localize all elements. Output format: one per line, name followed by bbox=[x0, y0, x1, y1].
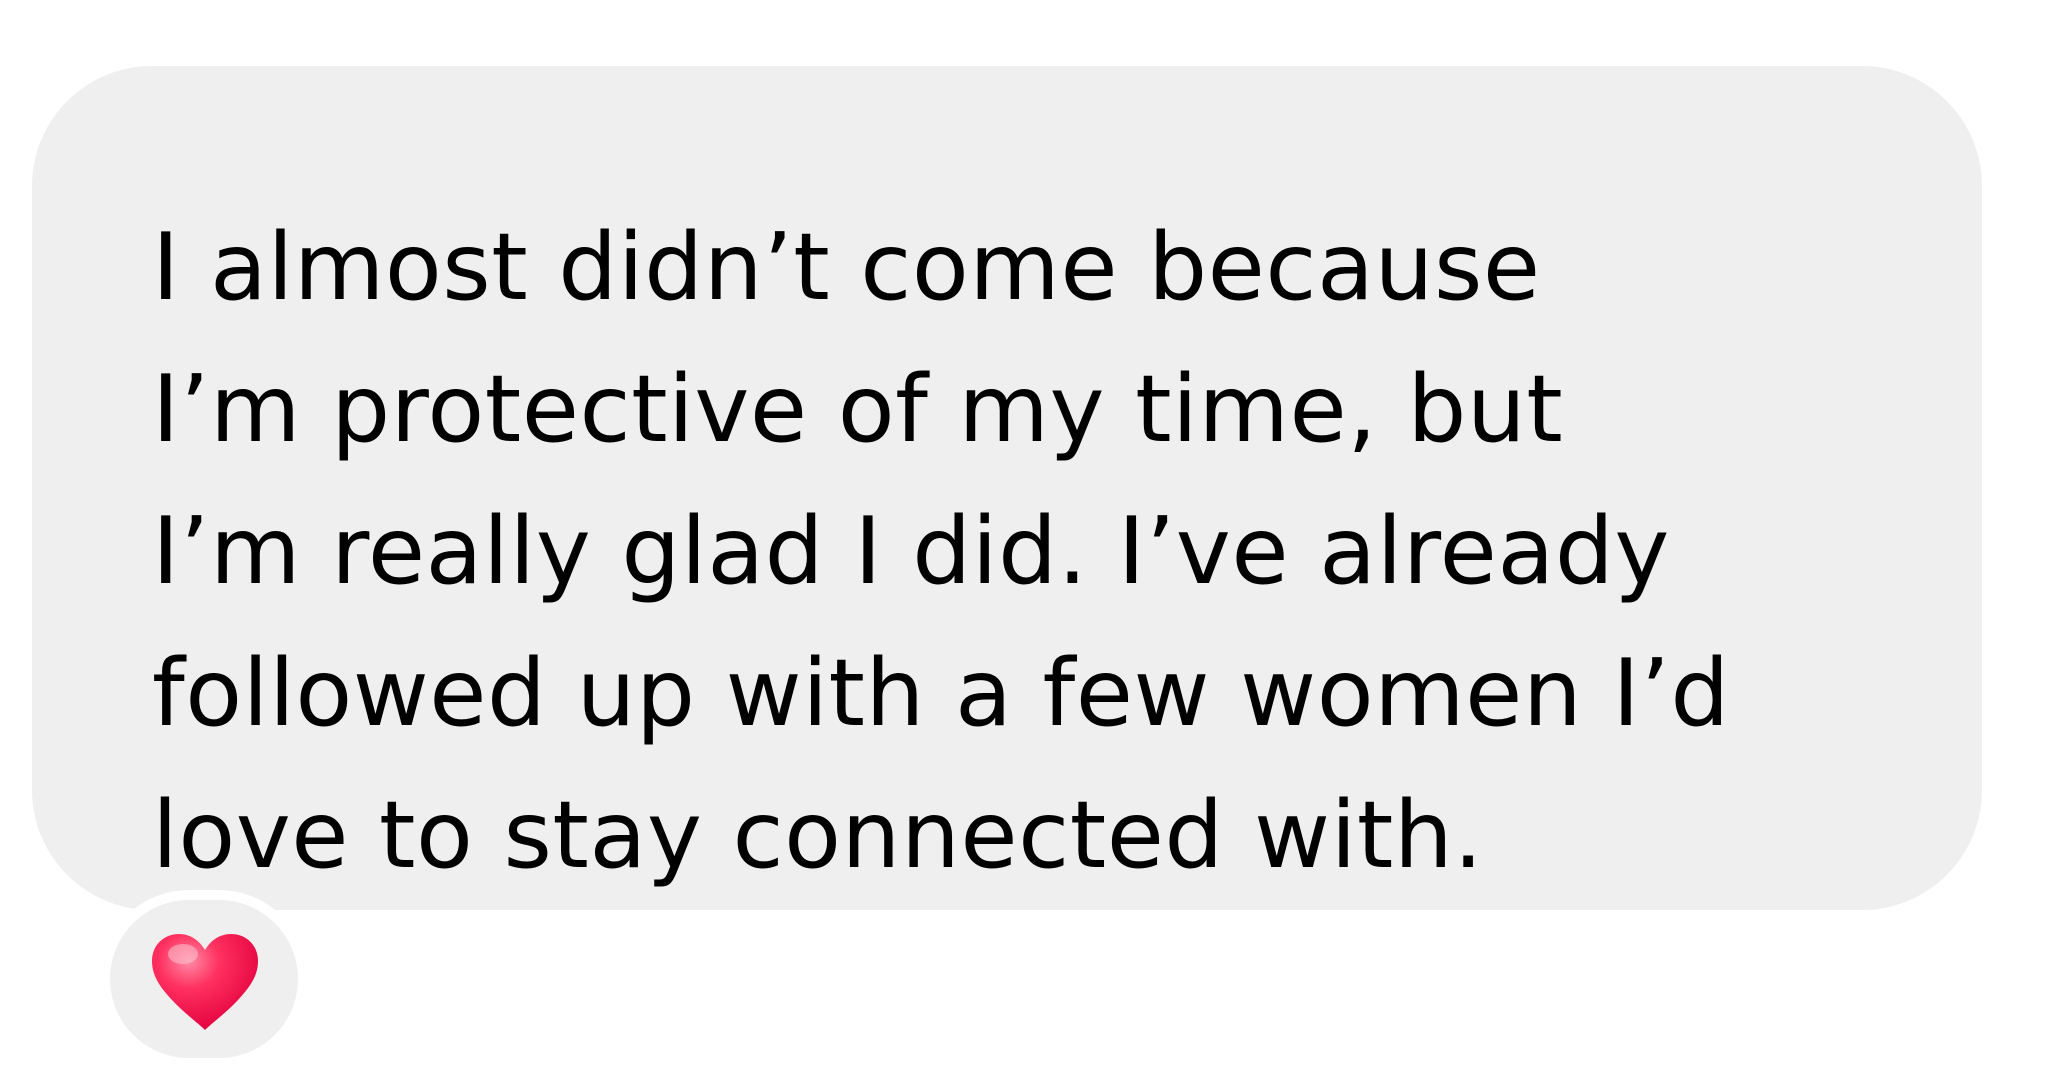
message-bubble[interactable]: I almost didn’t come because I’m protect… bbox=[32, 66, 1982, 910]
message-line-3: I’m really glad I did. I’ve already bbox=[152, 497, 1670, 605]
message-line-4: followed up with a few women I’d bbox=[152, 639, 1730, 747]
message-line-2: I’m protective of my time, but bbox=[152, 355, 1564, 463]
message-line-5: love to stay connected with. bbox=[152, 781, 1484, 889]
message-text: I almost didn’t come because I’m protect… bbox=[152, 196, 1730, 906]
heart-reaction-badge[interactable] bbox=[100, 890, 308, 1068]
message-screen: I almost didn’t come because I’m protect… bbox=[0, 0, 2048, 1080]
heart-icon bbox=[152, 934, 258, 1030]
message-line-1: I almost didn’t come because bbox=[152, 213, 1541, 321]
